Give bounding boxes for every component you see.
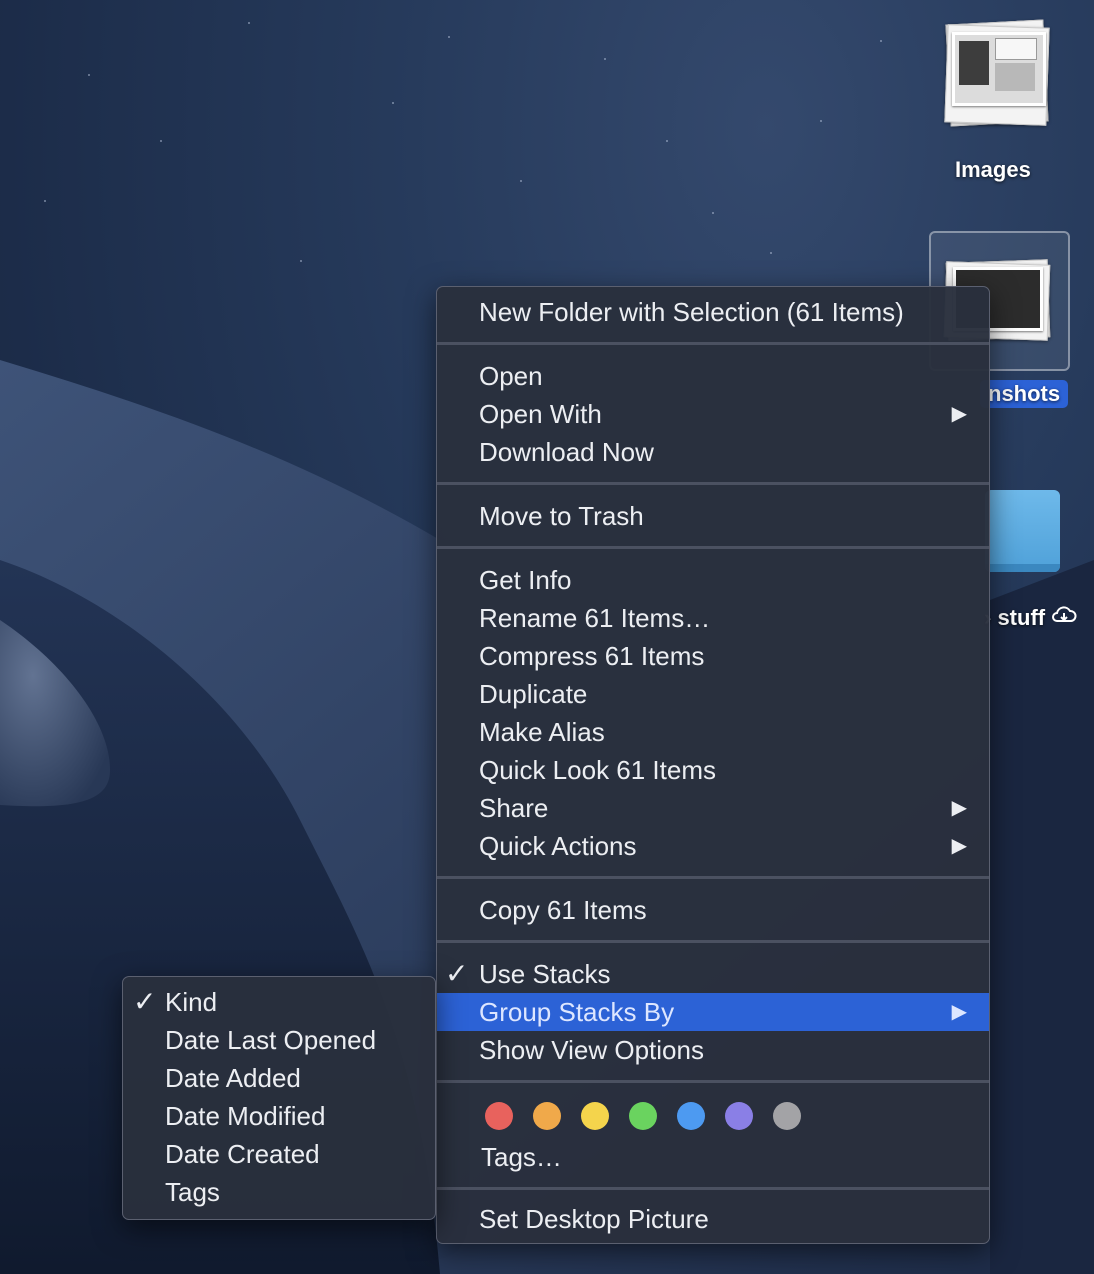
menu-separator <box>437 1080 989 1083</box>
menu-item-label: Move to Trash <box>479 501 644 531</box>
tag-color-dot[interactable] <box>485 1102 513 1130</box>
folder-icon[interactable] <box>985 490 1060 572</box>
tag-color-dot[interactable] <box>629 1102 657 1130</box>
submenu-item-date-created[interactable]: Date Created <box>123 1135 435 1173</box>
menu-item-label: Duplicate <box>479 679 588 709</box>
screenshots-label: nshots <box>980 380 1069 408</box>
folder-label: › stuff <box>984 605 1077 631</box>
menu-item-label: Quick Actions <box>479 831 637 861</box>
submenu-item-label: Date Modified <box>165 1101 326 1131</box>
menu-item-label: Rename 61 Items… <box>479 603 711 633</box>
menu-item-duplicate[interactable]: Duplicate <box>437 675 989 713</box>
folder-label-text: › stuff <box>984 605 1046 630</box>
submenu-arrow-icon: ▶ <box>951 835 967 857</box>
submenu-arrow-icon: ▶ <box>951 797 967 819</box>
menu-item-move-to-trash[interactable]: Move to Trash <box>437 497 989 535</box>
submenu-item-label: Tags <box>165 1177 220 1207</box>
menu-item-use-stacks[interactable]: ✓ Use Stacks <box>437 955 989 993</box>
menu-separator <box>437 940 989 943</box>
menu-separator <box>437 1187 989 1190</box>
menu-item-label: Open With <box>479 399 602 429</box>
submenu-item-label: Date Created <box>165 1139 320 1169</box>
submenu-item-label: Date Last Opened <box>165 1025 377 1055</box>
tag-color-dot[interactable] <box>725 1102 753 1130</box>
menu-item-show-view-options[interactable]: Show View Options <box>437 1031 989 1069</box>
menu-item-quick-look-61-items[interactable]: Quick Look 61 Items <box>437 751 989 789</box>
submenu-item-date-added[interactable]: Date Added <box>123 1059 435 1097</box>
group-stacks-submenu: ✓ Kind Date Last Opened Date Added Date Modi… <box>122 976 436 1220</box>
submenu-item-kind[interactable]: ✓ Kind <box>123 983 435 1021</box>
menu-separator <box>437 546 989 549</box>
checkmark-icon: ✓ <box>133 986 157 1017</box>
menu-item-open-with[interactable]: Open With ▶ <box>437 395 989 433</box>
menu-item-label: Copy 61 Items <box>479 895 647 925</box>
menu-item-label: Compress 61 Items <box>479 641 705 671</box>
menu-item-label: Group Stacks By <box>479 997 675 1027</box>
menu-item-set-desktop-picture[interactable]: Set Desktop Picture <box>437 1200 989 1238</box>
menu-item-label: Share <box>479 793 549 823</box>
images-stack-thumbnail <box>942 19 1052 127</box>
menu-separator <box>437 482 989 485</box>
menu-item-get-info[interactable]: Get Info <box>437 561 989 599</box>
icloud-download-icon <box>1051 605 1077 630</box>
tag-color-dot[interactable] <box>677 1102 705 1130</box>
menu-item-label: Make Alias <box>479 717 605 747</box>
menu-item-tags[interactable]: Tags… <box>437 1135 989 1179</box>
submenu-item-label: Kind <box>165 987 218 1017</box>
menu-item-rename-61-items[interactable]: Rename 61 Items… <box>437 599 989 637</box>
submenu-item-label: Date Added <box>165 1063 301 1093</box>
submenu-item-date-modified[interactable]: Date Modified <box>123 1097 435 1135</box>
menu-item-download-now[interactable]: Download Now <box>437 433 989 471</box>
menu-item-label: Open <box>479 361 543 391</box>
submenu-arrow-icon: ▶ <box>951 1001 967 1023</box>
menu-item-share[interactable]: Share ▶ <box>437 789 989 827</box>
menu-item-label: New Folder with Selection (61 Items) <box>479 297 904 327</box>
menu-item-label: Show View Options <box>479 1035 704 1065</box>
menu-separator <box>437 876 989 879</box>
menu-separator <box>437 342 989 345</box>
submenu-item-date-last-opened[interactable]: Date Last Opened <box>123 1021 435 1059</box>
menu-item-label: Download Now <box>479 437 654 467</box>
menu-item-label: Quick Look 61 Items <box>479 755 716 785</box>
menu-item-label: Get Info <box>479 565 572 595</box>
tag-color-row <box>437 1097 989 1135</box>
menu-item-quick-actions[interactable]: Quick Actions ▶ <box>437 827 989 865</box>
menu-item-label: Use Stacks <box>479 959 611 989</box>
menu-item-make-alias[interactable]: Make Alias <box>437 713 989 751</box>
tag-color-dot[interactable] <box>533 1102 561 1130</box>
tag-color-dot[interactable] <box>773 1102 801 1130</box>
menu-item-compress-61-items[interactable]: Compress 61 Items <box>437 637 989 675</box>
checkmark-icon: ✓ <box>445 958 469 989</box>
menu-item-open[interactable]: Open <box>437 357 989 395</box>
tag-color-dot[interactable] <box>581 1102 609 1130</box>
menu-item-group-stacks-by[interactable]: Group Stacks By ▶ <box>437 993 989 1031</box>
menu-item-new-folder-with-selection-61-items[interactable]: New Folder with Selection (61 Items) <box>437 293 989 331</box>
context-menu: New Folder with Selection (61 Items) Open… <box>436 286 990 1244</box>
submenu-item-tags[interactable]: Tags <box>123 1173 435 1211</box>
submenu-arrow-icon: ▶ <box>951 403 967 425</box>
menu-item-copy-61-items[interactable]: Copy 61 Items <box>437 891 989 929</box>
images-label: Images <box>955 157 1031 182</box>
